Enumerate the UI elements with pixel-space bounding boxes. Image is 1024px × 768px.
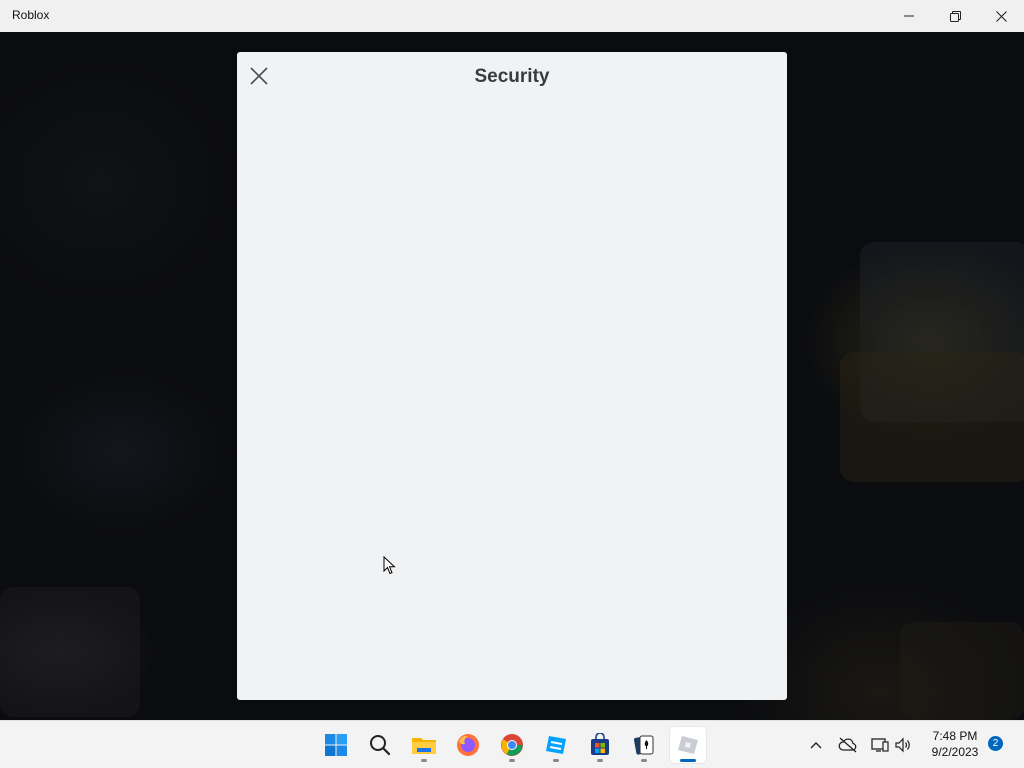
search-icon	[370, 735, 391, 756]
taskbar-chrome[interactable]	[494, 727, 530, 763]
cards-icon	[634, 735, 654, 755]
notification-badge[interactable]: 2	[988, 736, 1003, 751]
close-window-button[interactable]	[978, 0, 1024, 32]
roblox-studio-icon	[546, 736, 566, 754]
onedrive-status[interactable]	[838, 733, 858, 757]
minimize-icon	[904, 15, 914, 17]
taskbar-firefox[interactable]	[450, 727, 486, 763]
clock-time: 7:48 PM	[932, 729, 978, 743]
dialog-body	[237, 104, 787, 700]
background-tile	[900, 622, 1024, 720]
background-tile	[840, 352, 1024, 482]
speaker-icon	[895, 737, 910, 753]
store-icon	[591, 733, 609, 755]
network-status[interactable]	[870, 733, 890, 757]
running-indicator	[641, 759, 647, 762]
close-icon	[995, 10, 1007, 22]
minimize-button[interactable]	[886, 0, 932, 32]
window-title: Roblox	[12, 8, 50, 22]
active-indicator	[680, 759, 696, 762]
taskbar: 7:48 PM 9/2/2023	[0, 720, 1024, 768]
search-button[interactable]	[362, 727, 398, 763]
show-hidden-icons-button[interactable]	[806, 733, 826, 757]
windows-logo-icon	[325, 734, 347, 756]
running-indicator	[597, 759, 603, 762]
taskbar-roblox-studio[interactable]	[538, 727, 574, 763]
start-button[interactable]	[318, 727, 354, 763]
taskbar-solitaire[interactable]	[626, 727, 662, 763]
restore-button[interactable]	[932, 0, 978, 32]
chevron-up-icon	[810, 742, 822, 749]
roblox-icon	[678, 736, 698, 754]
running-indicator	[553, 759, 559, 762]
clock-date: 9/2/2023	[931, 745, 979, 759]
running-indicator	[421, 759, 427, 762]
volume-control[interactable]	[893, 733, 913, 757]
cloud-offline-icon	[838, 737, 857, 753]
background-tile	[0, 587, 140, 717]
taskbar-microsoft-store[interactable]	[582, 727, 618, 763]
taskbar-roblox[interactable]	[670, 727, 706, 763]
clock[interactable]: 7:48 PM 9/2/2023	[922, 728, 988, 760]
security-dialog: Security	[237, 52, 787, 700]
folder-icon	[412, 738, 436, 754]
running-indicator	[509, 759, 515, 762]
chrome-icon	[501, 734, 523, 756]
window-titlebar: Roblox	[0, 0, 1024, 32]
firefox-icon	[457, 734, 479, 756]
dialog-title: Security	[474, 66, 550, 87]
mouse-cursor-icon	[383, 556, 396, 575]
network-icon	[871, 738, 889, 752]
restore-icon	[949, 10, 961, 22]
taskbar-file-explorer[interactable]	[406, 727, 442, 763]
